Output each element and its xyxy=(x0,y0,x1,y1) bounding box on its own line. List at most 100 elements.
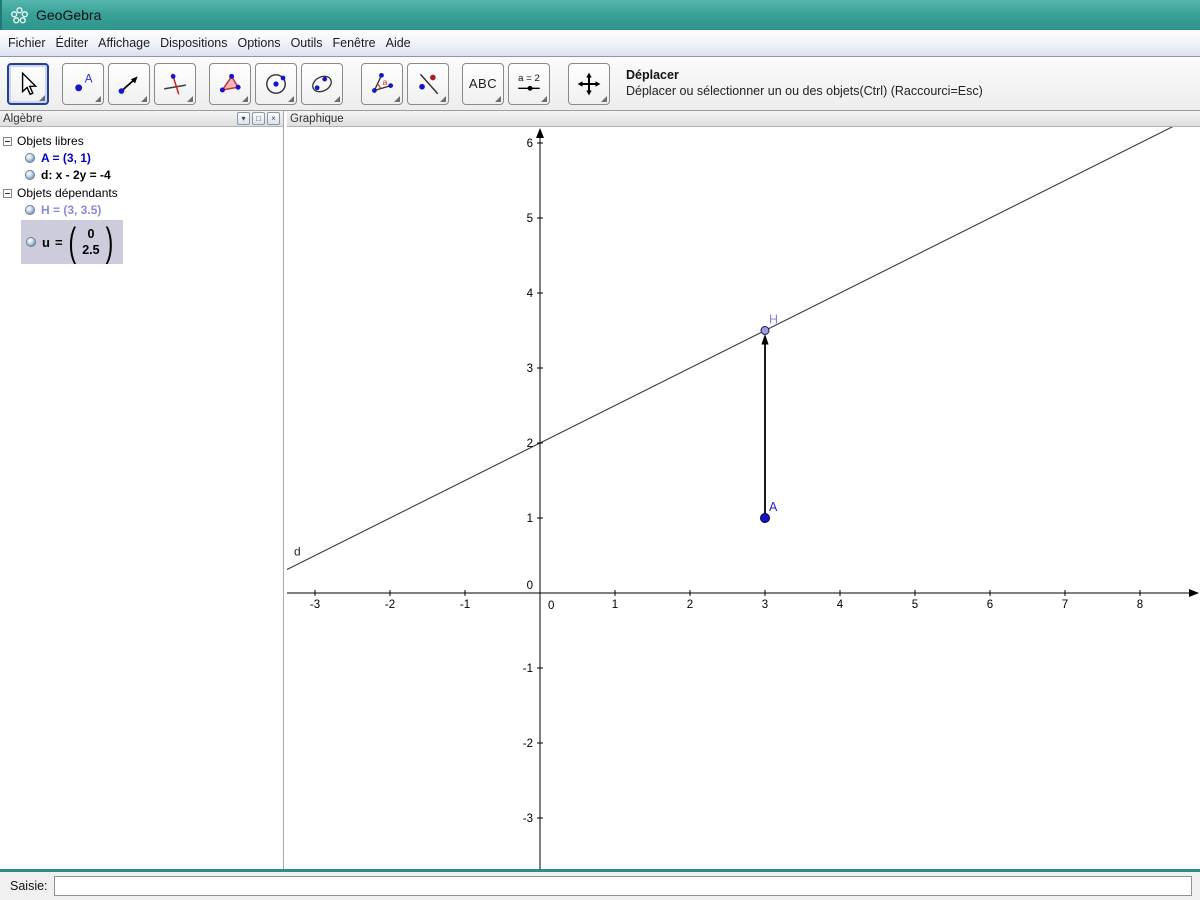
algebra-item-text: H = (3, 3.5) xyxy=(41,202,102,217)
graphics-canvas-area[interactable]: d -3 -2 -1 0 1 2 3 4 5 6 7 8 -3 -2 -1 0 1 2 3 4 5 6 A H xyxy=(0,112,1200,869)
algebra-restore-button[interactable]: □ xyxy=(252,112,265,125)
algebra-group-free[interactable]: Objets libres xyxy=(0,133,283,149)
collapse-icon[interactable] xyxy=(3,136,12,146)
menu-fichier[interactable]: Fichier xyxy=(8,32,55,54)
equals-sign: = xyxy=(54,234,63,250)
svg-text:4: 4 xyxy=(527,288,534,300)
visibility-marble-icon[interactable] xyxy=(26,237,36,247)
saisie-input[interactable] xyxy=(53,876,1192,896)
active-tool-title: Déplacer xyxy=(626,67,679,82)
svg-text:4: 4 xyxy=(837,599,844,611)
line-tool-button[interactable] xyxy=(108,62,150,105)
reflection-tool-button[interactable] xyxy=(407,62,449,105)
svg-text:2: 2 xyxy=(527,438,533,450)
menu-fenetre[interactable]: Fenêtre xyxy=(333,32,385,54)
visibility-marble-icon[interactable] xyxy=(25,204,35,215)
geogebra-logo-icon xyxy=(11,6,28,23)
algebra-tree: Objets libres A = (3, 1) d: x - 2y = -4 … xyxy=(0,127,283,264)
svg-text:8: 8 xyxy=(1137,599,1143,611)
menu-outils[interactable]: Outils xyxy=(291,32,332,54)
graphics-view: Graphique d -3 -2 -1 0 1 2 3 4 5 6 7 8 -3 -2 -1 0 1 2 3 4 5 6 A… xyxy=(0,111,1200,869)
menu-editer[interactable]: Éditer xyxy=(56,32,98,54)
svg-text:d: d xyxy=(294,545,301,559)
circle-tool-icon xyxy=(266,73,286,94)
toolbar: A a ABC a = 2 Déplacer Déplacer ou sélec… xyxy=(0,57,1200,111)
move-view-icon xyxy=(577,72,601,95)
svg-text:3: 3 xyxy=(762,599,768,611)
algebra-item-text: d: x - 2y = -4 xyxy=(41,167,111,182)
graphics-view-header: Graphique xyxy=(287,111,1200,127)
algebra-item-A[interactable]: A = (3, 1) xyxy=(0,149,283,166)
visibility-marble-icon[interactable] xyxy=(25,152,35,163)
graph-canvas[interactable]: d -3 -2 -1 0 1 2 3 4 5 6 7 8 -3 -2 -1 0 1 2 3 4 5 6 A H xyxy=(0,112,1200,869)
svg-text:A: A xyxy=(85,71,93,85)
algebra-item-H[interactable]: H = (3, 3.5) xyxy=(0,201,283,218)
algebra-item-u[interactable]: u = ( 0 2.5 ) xyxy=(0,218,283,264)
svg-text:-3: -3 xyxy=(523,813,533,825)
svg-text:1: 1 xyxy=(612,599,618,611)
collapse-icon[interactable] xyxy=(3,188,12,198)
ellipse-tool-icon xyxy=(312,75,332,92)
circle-tool-button[interactable] xyxy=(255,62,297,105)
menu-options[interactable]: Options xyxy=(237,32,289,54)
svg-text:5: 5 xyxy=(912,599,918,611)
svg-text:2: 2 xyxy=(687,599,693,611)
svg-text:1: 1 xyxy=(527,513,533,525)
menu-aide[interactable]: Aide xyxy=(386,32,420,54)
vector-components: 0 2.5 xyxy=(76,226,105,259)
svg-text:A: A xyxy=(769,500,778,514)
algebra-item-d[interactable]: d: x - 2y = -4 xyxy=(0,166,283,183)
svg-text:-2: -2 xyxy=(523,738,533,750)
paren-close: ) xyxy=(105,218,114,264)
main-area: Algèbre ▾ □ × Objets libres A = (3, 1) d… xyxy=(0,111,1200,869)
algebra-close-button[interactable]: × xyxy=(267,112,280,125)
vector-x: 0 xyxy=(87,226,95,241)
menu-affichage[interactable]: Affichage xyxy=(98,32,159,54)
angle-tool-icon: a xyxy=(372,72,394,93)
algebra-item-text: A = (3, 1) xyxy=(41,150,91,165)
svg-text:-1: -1 xyxy=(523,663,533,675)
paren-open: ( xyxy=(68,218,77,264)
segment-vector-icon xyxy=(118,75,138,94)
svg-text:3: 3 xyxy=(527,363,533,375)
slider-tool-icon: a = 2 xyxy=(518,72,540,91)
algebra-view-header: Algèbre ▾ □ × xyxy=(0,111,283,127)
svg-text:5: 5 xyxy=(527,213,533,225)
active-tool-description: Déplacer ou sélectionner un ou des objet… xyxy=(626,83,983,98)
perpendicular-line-tool-button[interactable] xyxy=(154,62,196,105)
move-tool-button[interactable] xyxy=(7,62,49,105)
input-bar: Saisie: xyxy=(0,872,1200,900)
ellipse-tool-button[interactable] xyxy=(301,62,343,105)
polygon-tool-button[interactable] xyxy=(209,62,251,105)
visibility-marble-icon[interactable] xyxy=(25,169,35,180)
svg-text:-1: -1 xyxy=(460,599,470,611)
svg-text:7: 7 xyxy=(1062,599,1068,611)
point-tool-button[interactable]: A xyxy=(62,62,104,105)
cursor-arrow-icon xyxy=(21,70,38,95)
title-bar: GeoGebra xyxy=(0,0,1200,30)
polygon-tool-icon xyxy=(219,73,241,92)
selected-row-highlight: u = ( 0 2.5 ) xyxy=(21,218,124,264)
algebra-group-label: Objets dépendants xyxy=(17,186,118,200)
reflection-tool-icon xyxy=(419,73,439,94)
text-tool-label: ABC xyxy=(468,76,498,91)
svg-text:0: 0 xyxy=(548,600,554,612)
slider-tool-button[interactable]: a = 2 xyxy=(508,62,550,105)
angle-tool-button[interactable]: a xyxy=(361,62,403,105)
algebra-group-dependent[interactable]: Objets dépendants xyxy=(0,185,283,201)
svg-text:a = 2: a = 2 xyxy=(518,72,540,83)
svg-text:0: 0 xyxy=(527,580,533,592)
menu-dispositions[interactable]: Dispositions xyxy=(160,32,236,54)
move-view-tool-button[interactable] xyxy=(568,62,610,105)
text-tool-button[interactable]: ABC xyxy=(462,62,504,105)
svg-text:6: 6 xyxy=(527,138,533,150)
algebra-dropdown-button[interactable]: ▾ xyxy=(237,112,250,125)
graphics-view-title: Graphique xyxy=(290,112,344,125)
point-tool-icon: A xyxy=(75,71,93,91)
perpendicular-line-icon xyxy=(164,72,186,95)
vector-name: u xyxy=(42,234,50,250)
menu-bar: Fichier Éditer Affichage Dispositions Op… xyxy=(0,30,1200,57)
svg-text:-3: -3 xyxy=(310,599,320,611)
input-bar-label: Saisie: xyxy=(10,879,48,893)
algebra-group-label: Objets libres xyxy=(17,134,84,148)
